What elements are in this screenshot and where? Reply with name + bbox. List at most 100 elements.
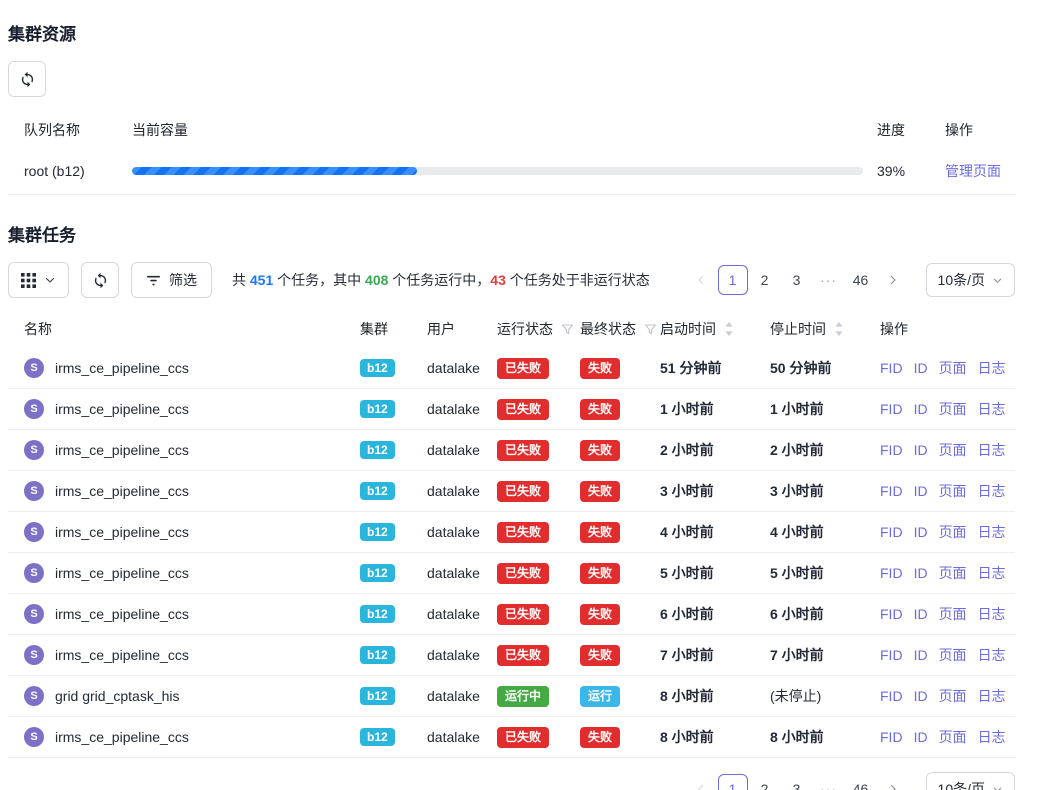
page-size-select[interactable]: 10条/页: [926, 263, 1015, 297]
action-link-fid[interactable]: FID: [880, 442, 903, 458]
action-link-id[interactable]: ID: [914, 360, 928, 376]
pagination-prev-button[interactable]: [686, 774, 716, 790]
action-link-日志[interactable]: 日志: [978, 399, 1006, 419]
action-link-fid[interactable]: FID: [880, 729, 903, 745]
header-stop-time: 停止时间: [770, 319, 880, 339]
cluster-resources-title: 集群资源: [8, 20, 1015, 45]
action-link-id[interactable]: ID: [914, 565, 928, 581]
action-link-id[interactable]: ID: [914, 401, 928, 417]
page-size-select[interactable]: 10条/页: [926, 772, 1015, 790]
pagination-next-button[interactable]: [878, 774, 908, 790]
action-link-日志[interactable]: 日志: [978, 358, 1006, 378]
filter-button[interactable]: 筛选: [131, 262, 212, 298]
action-link-页面[interactable]: 页面: [939, 522, 967, 542]
action-link-页面[interactable]: 页面: [939, 604, 967, 624]
action-link-日志[interactable]: 日志: [978, 727, 1006, 747]
action-link-页面[interactable]: 页面: [939, 440, 967, 460]
pagination-page-2[interactable]: 2: [750, 265, 780, 295]
task-name-cell: Sirms_ce_pipeline_ccs: [8, 481, 360, 501]
action-link-页面[interactable]: 页面: [939, 563, 967, 583]
task-name-label: irms_ce_pipeline_ccs: [55, 606, 189, 622]
action-link-id[interactable]: ID: [914, 606, 928, 622]
filter-funnel-icon[interactable]: [644, 323, 657, 336]
summary-segment: 个任务运行中，: [388, 272, 490, 288]
pagination-page-46[interactable]: 46: [846, 774, 876, 790]
action-link-日志[interactable]: 日志: [978, 604, 1006, 624]
layout-switcher-button[interactable]: [8, 262, 69, 298]
pagination-next-button[interactable]: [878, 265, 908, 295]
final-status-cell: 失败: [580, 358, 660, 379]
action-link-fid[interactable]: FID: [880, 401, 903, 417]
action-link-id[interactable]: ID: [914, 688, 928, 704]
chevron-left-icon: [695, 783, 707, 790]
start-time-cell: 8 小时前: [660, 727, 770, 747]
final-status-badge: 失败: [580, 481, 620, 502]
action-link-页面[interactable]: 页面: [939, 686, 967, 706]
pagination-ellipsis[interactable]: ···: [814, 265, 844, 295]
pagination-page-1[interactable]: 1: [718, 265, 748, 295]
action-link-fid[interactable]: FID: [880, 360, 903, 376]
action-link-日志[interactable]: 日志: [978, 440, 1006, 460]
action-link-日志[interactable]: 日志: [978, 686, 1006, 706]
pagination-page-3[interactable]: 3: [782, 774, 812, 790]
header-current-capacity: 当前容量: [132, 120, 877, 140]
action-link-页面[interactable]: 页面: [939, 645, 967, 665]
action-link-fid[interactable]: FID: [880, 647, 903, 663]
filter-funnel-icon[interactable]: [561, 323, 574, 336]
summary-segment: 共: [232, 272, 250, 288]
sort-icon[interactable]: [724, 322, 734, 336]
task-name-label: irms_ce_pipeline_ccs: [55, 565, 189, 581]
header-stop-time-label: 停止时间: [770, 319, 826, 339]
action-link-页面[interactable]: 页面: [939, 727, 967, 747]
cluster-resources-section: 集群资源 队列名称 当前容量 进度 操作 root (b12) 39%: [8, 20, 1015, 195]
pagination-page-1[interactable]: 1: [718, 774, 748, 790]
pagination-page-3[interactable]: 3: [782, 265, 812, 295]
summary-segment: 43: [490, 272, 506, 288]
pagination-ellipsis[interactable]: ···: [814, 774, 844, 790]
user-cell: datalake: [427, 729, 497, 745]
header-cluster: 集群: [360, 319, 427, 339]
user-cell: datalake: [427, 483, 497, 499]
action-link-fid[interactable]: FID: [880, 606, 903, 622]
run-status-cell: 已失败: [497, 481, 580, 502]
action-link-fid[interactable]: FID: [880, 524, 903, 540]
action-link-id[interactable]: ID: [914, 729, 928, 745]
task-name-label: grid grid_cptask_his: [55, 688, 180, 704]
stop-time-cell: 1 小时前: [770, 399, 880, 419]
header-user: 用户: [427, 319, 497, 339]
avatar: S: [24, 727, 44, 747]
run-status-badge: 已失败: [497, 645, 549, 666]
action-link-页面[interactable]: 页面: [939, 481, 967, 501]
action-link-fid[interactable]: FID: [880, 565, 903, 581]
pagination-prev-button[interactable]: [686, 265, 716, 295]
table-row: Sirms_ce_pipeline_ccsb12datalake已失败失败6 小…: [8, 594, 1015, 635]
tasks-refresh-button[interactable]: [81, 262, 119, 298]
task-name-cell: Sirms_ce_pipeline_ccs: [8, 604, 360, 624]
capacity-progress-bar: [132, 167, 863, 175]
action-link-日志[interactable]: 日志: [978, 645, 1006, 665]
final-status-cell: 失败: [580, 727, 660, 748]
action-link-页面[interactable]: 页面: [939, 399, 967, 419]
resources-refresh-button[interactable]: [8, 61, 46, 97]
action-link-日志[interactable]: 日志: [978, 563, 1006, 583]
action-link-id[interactable]: ID: [914, 442, 928, 458]
tasks-table: 名称 集群 用户 运行状态 最终状态 启动时间: [8, 310, 1015, 758]
action-link-id[interactable]: ID: [914, 483, 928, 499]
pagination-page-46[interactable]: 46: [846, 265, 876, 295]
action-link-页面[interactable]: 页面: [939, 358, 967, 378]
manage-page-link[interactable]: 管理页面: [945, 163, 1001, 179]
final-status-cell: 失败: [580, 481, 660, 502]
avatar: S: [24, 522, 44, 542]
actions-cell: FID ID 页面日志: [880, 358, 1015, 378]
action-link-fid[interactable]: FID: [880, 688, 903, 704]
sort-icon[interactable]: [834, 322, 844, 336]
capacity-progress-fill: [132, 167, 417, 175]
pagination-page-2[interactable]: 2: [750, 774, 780, 790]
cluster-cell: b12: [360, 605, 427, 623]
action-link-id[interactable]: ID: [914, 524, 928, 540]
action-link-日志[interactable]: 日志: [978, 481, 1006, 501]
action-link-日志[interactable]: 日志: [978, 522, 1006, 542]
action-link-fid[interactable]: FID: [880, 483, 903, 499]
task-name-cell: Sirms_ce_pipeline_ccs: [8, 399, 360, 419]
action-link-id[interactable]: ID: [914, 647, 928, 663]
